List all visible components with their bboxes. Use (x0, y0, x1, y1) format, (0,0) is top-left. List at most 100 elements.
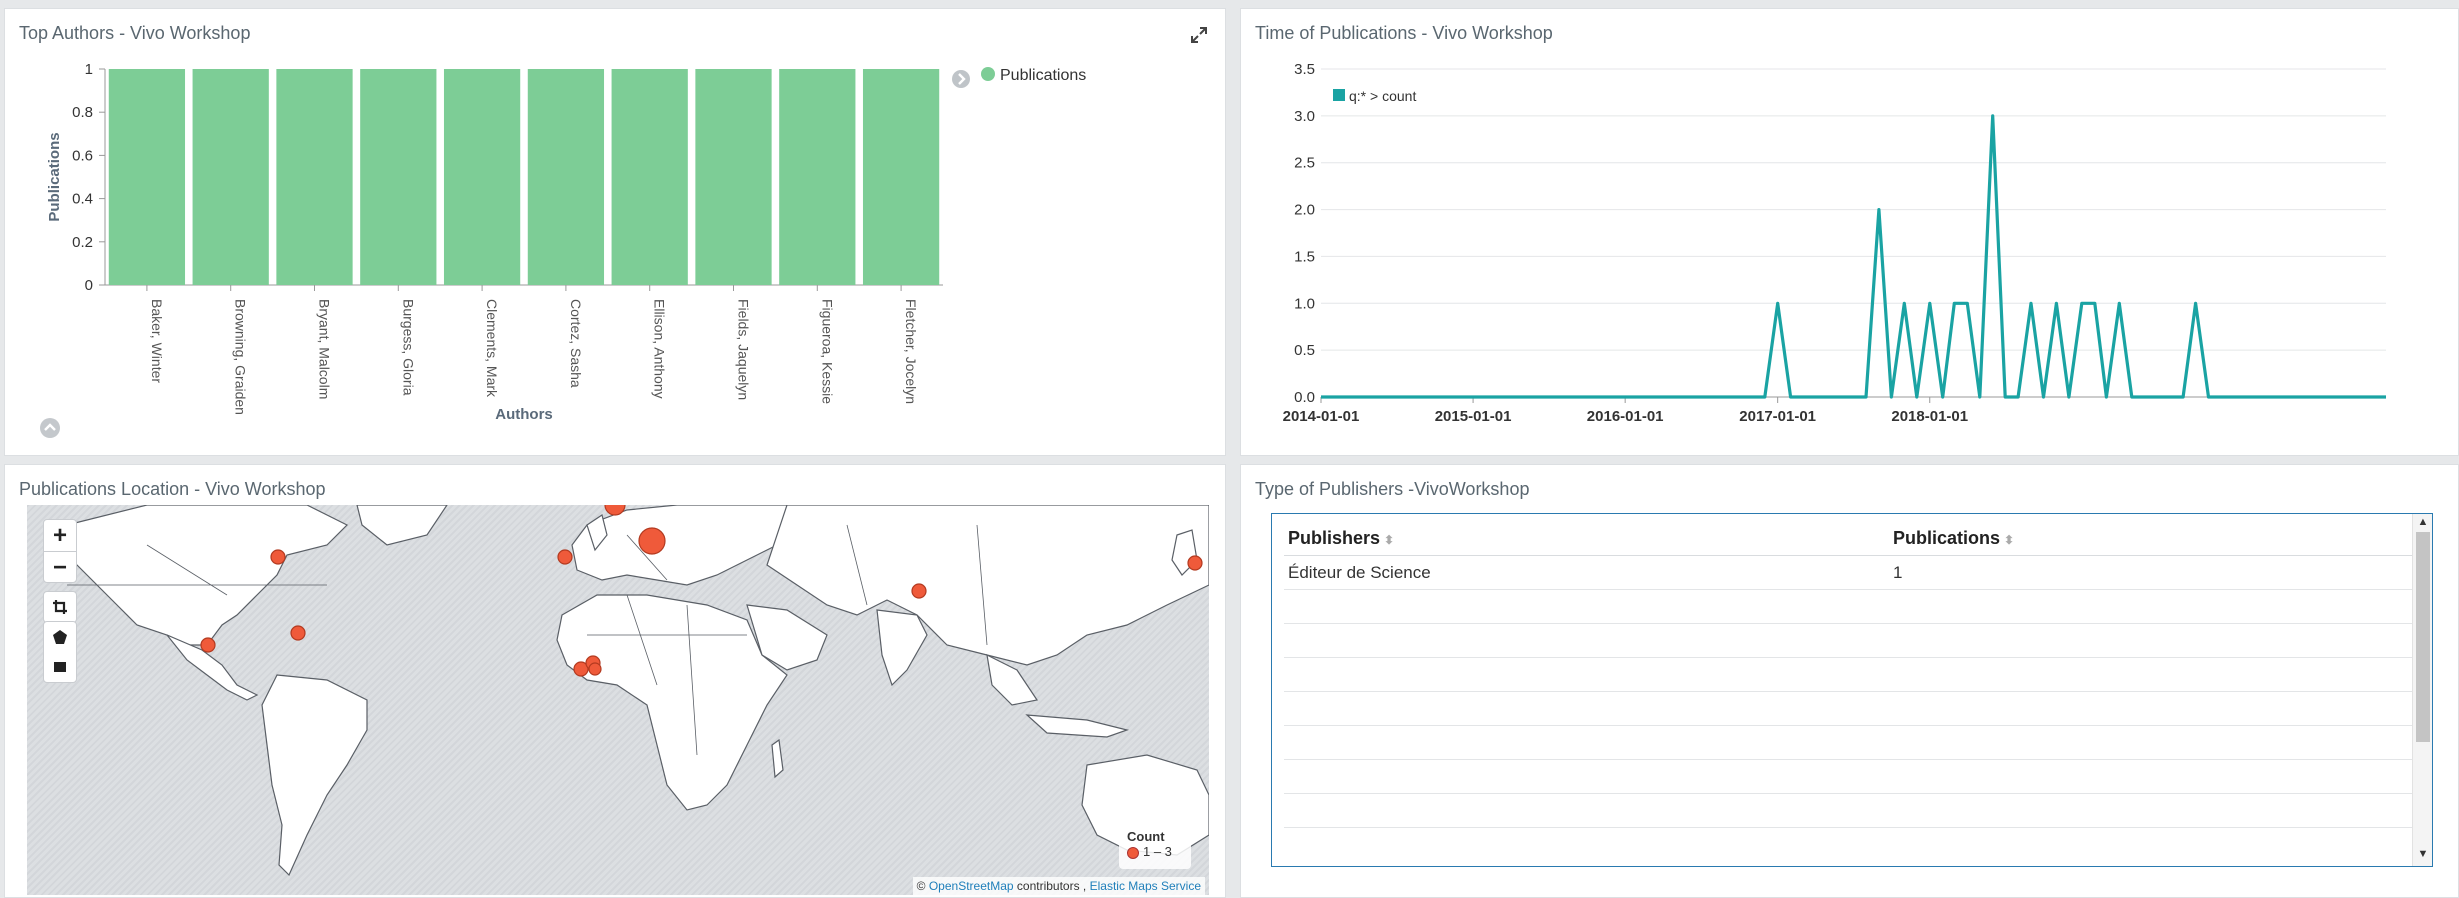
zoom-out-button[interactable]: − (44, 552, 76, 584)
world-landmass (56, 505, 1209, 877)
x-tick-label: 2014-01-01 (1283, 408, 1360, 425)
y-axis-title: Publications (46, 132, 63, 221)
map-legend-title: Count (1127, 829, 1165, 844)
legend-label[interactable]: q:* > count (1349, 88, 1416, 104)
publishers-table: Publishers ⬍ Publications ⬍ Éditeur de Sci… (1284, 520, 2414, 828)
ems-link[interactable]: Elastic Maps Service (1090, 879, 1201, 893)
table-row-empty (1284, 657, 2414, 692)
polygon-icon (53, 630, 67, 644)
y-tick-label: 0.8 (72, 104, 93, 121)
bar[interactable] (192, 69, 269, 285)
scroll-up-icon[interactable]: ▲ (2413, 516, 2432, 532)
legend-label[interactable]: Publications (1000, 67, 1086, 84)
y-tick-label: 0.0 (1294, 389, 1315, 406)
table-cell: Éditeur de Science (1284, 555, 1889, 590)
table-cell: 1 (1889, 555, 2414, 590)
bar[interactable] (527, 69, 605, 285)
map-marker[interactable] (1187, 555, 1203, 571)
legend-toggle-icon[interactable] (951, 69, 971, 89)
y-tick-label: 0.4 (72, 191, 93, 208)
y-tick-label: 3.5 (1294, 61, 1315, 78)
map-legend-range: 1 – 3 (1143, 844, 1172, 859)
publications-line-chart: 0.0 0.5 1.0 1.5 2.0 2.5 3.0 3.5 2014-01-01 2015-0… (1283, 61, 2386, 425)
bar[interactable] (108, 69, 186, 285)
publications-location-panel: Publications Location - Vivo Workshop + … (4, 464, 1226, 898)
bar[interactable] (695, 69, 772, 285)
x-tick-label: Cortez, Sasha (568, 299, 584, 388)
y-tick-label: 2.5 (1294, 155, 1315, 172)
map-marker[interactable] (200, 637, 216, 653)
map-marker[interactable] (290, 625, 306, 641)
y-tick-label: 1.5 (1294, 248, 1315, 265)
map-marker[interactable] (557, 549, 573, 565)
crop-icon (53, 600, 67, 614)
table-row-empty (1284, 623, 2414, 658)
x-tick-label: 2015-01-01 (1435, 408, 1512, 425)
column-header-publications[interactable]: Publications ⬍ (1889, 520, 2414, 556)
map-marker[interactable] (270, 549, 286, 565)
x-tick-label: 2018-01-01 (1891, 408, 1968, 425)
table-row-empty (1284, 793, 2414, 828)
map-attribution: © OpenStreetMap contributors , Elastic M… (912, 877, 1205, 895)
osm-link[interactable]: OpenStreetMap (929, 879, 1014, 893)
y-tick-label: 1.0 (1294, 295, 1315, 312)
x-tick-label: Fields, Jaquelyn (736, 299, 752, 400)
scroll-down-icon[interactable]: ▼ (2413, 848, 2432, 864)
x-tick-label: Bryant, Malcolm (317, 299, 333, 399)
x-axis-title: Authors (495, 406, 553, 423)
table-row-empty (1284, 589, 2414, 624)
x-tick-label: 2016-01-01 (1587, 408, 1664, 425)
panel-title: Publications Location - Vivo Workshop (19, 479, 326, 499)
bar[interactable] (779, 69, 856, 285)
table-row-empty (1284, 725, 2414, 760)
scroll-thumb[interactable] (2416, 532, 2430, 742)
map-marker[interactable] (638, 527, 666, 555)
sort-icon[interactable]: ⬍ (2004, 533, 2014, 547)
x-tick-label: Clements, Mark (484, 299, 500, 398)
legend-swatch-icon (1333, 89, 1345, 101)
publishers-table-wrapper: Publishers ⬍ Publications ⬍ Éditeur de Sci… (1271, 513, 2433, 867)
table-row-empty (1284, 691, 2414, 726)
copyright-symbol: © (916, 879, 926, 893)
table-row-empty (1284, 759, 2414, 794)
table-scrollbar[interactable]: ▲ ▼ (2412, 514, 2432, 866)
sort-icon[interactable]: ⬍ (1384, 533, 1394, 547)
zoom-controls: + − (43, 519, 77, 583)
y-tick-label: 0 (85, 277, 93, 294)
map-legend: Count 1 – 3 (1119, 823, 1191, 869)
top-authors-panel: Top Authors - Vivo Workshop 0 0.2 0.4 0.6 0.… (4, 8, 1226, 456)
y-tick-label: 0.6 (72, 147, 93, 164)
attribution-contributors: contributors , (1016, 879, 1087, 893)
bar[interactable] (611, 69, 688, 285)
table-row: Éditeur de Science 1 (1284, 555, 2414, 590)
bar[interactable] (276, 69, 353, 285)
x-tick-label: Baker, Winter (149, 299, 165, 383)
time-publications-panel: Time of Publications - Vivo Workshop 0.0… (1240, 8, 2459, 456)
authors-bar-chart: 0 0.2 0.4 0.6 0.8 1 Baker, Winter Browning, Gra… (46, 61, 1086, 423)
y-tick-label: 0.2 (72, 234, 93, 251)
y-tick-label: 2.0 (1294, 202, 1315, 219)
x-tick-label: 2017-01-01 (1739, 408, 1816, 425)
draw-rectangle-button[interactable] (44, 652, 76, 682)
x-tick-label: Ellison, Anthony (652, 299, 668, 399)
y-tick-label: 0.5 (1294, 342, 1315, 359)
bar[interactable] (360, 69, 437, 285)
legend-swatch-icon (981, 67, 995, 81)
collapse-icon[interactable] (39, 417, 61, 439)
map-marker[interactable] (911, 583, 927, 599)
legend-marker-icon (1127, 846, 1139, 859)
publishers-panel: Type of Publishers -VivoWorkshop Publish… (1240, 464, 2459, 898)
map-marker[interactable] (588, 662, 602, 676)
x-tick-label: Burgess, Gloria (400, 299, 416, 396)
world-map[interactable]: + − Count 1 – 3 © OpenStreetMap contribu… (27, 505, 1209, 895)
panel-title: Type of Publishers -VivoWorkshop (1255, 479, 1530, 499)
y-tick-label: 1 (85, 61, 93, 78)
bar[interactable] (443, 69, 521, 285)
fit-bounds-button[interactable] (43, 591, 77, 623)
column-header-publishers[interactable]: Publishers ⬍ (1284, 520, 1889, 556)
rectangle-icon (54, 662, 66, 672)
zoom-in-button[interactable]: + (44, 520, 76, 552)
bar[interactable] (862, 69, 940, 285)
draw-polygon-button[interactable] (44, 622, 76, 652)
draw-controls (43, 621, 77, 683)
